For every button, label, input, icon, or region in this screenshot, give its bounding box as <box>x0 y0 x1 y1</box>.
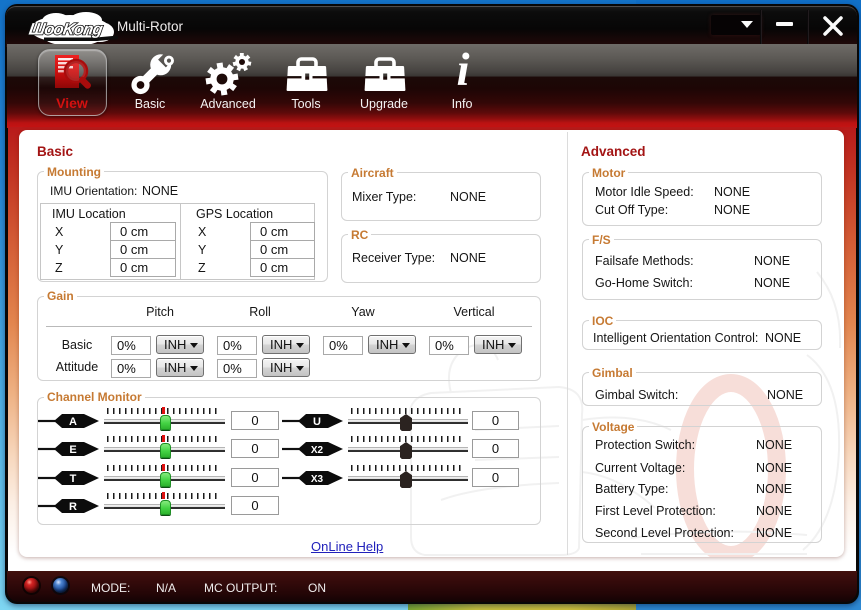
svg-text:A: A <box>69 416 77 428</box>
svg-text:E: E <box>69 444 76 456</box>
svg-text:ШooKong: ШooKong <box>28 20 104 39</box>
svg-text:R: R <box>69 501 77 513</box>
svg-text:X2: X2 <box>311 445 324 456</box>
svg-text:T: T <box>70 473 77 485</box>
svg-text:X3: X3 <box>311 474 324 485</box>
svg-text:U: U <box>313 416 321 428</box>
